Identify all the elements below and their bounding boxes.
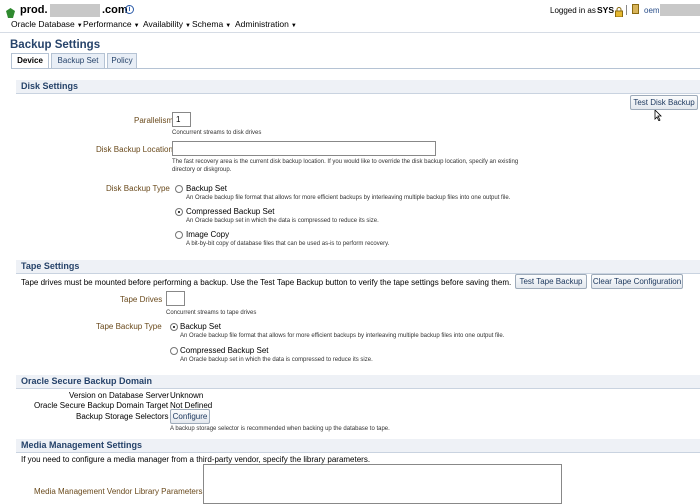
user-name: SYS	[597, 5, 615, 15]
tape-intro-text: Tape drives must be mounted before perfo…	[21, 278, 512, 287]
disk-image-copy-label: Image Copy	[186, 230, 230, 239]
clear-tape-configuration-button[interactable]: Clear Tape Configuration	[591, 274, 683, 289]
tape-drives-input[interactable]	[166, 291, 185, 306]
parallelism-label: Parallelism	[134, 116, 174, 125]
media-section-title: Media Management Settings	[21, 440, 143, 450]
disk-image-copy-help: A bit-by-bit copy of database files that…	[186, 241, 390, 247]
disk-location-label: Disk Backup Location	[96, 145, 173, 154]
menu-availability[interactable]: Availability ▼	[143, 19, 191, 29]
tape-backup-set-help: An Oracle backup file format that allows…	[180, 333, 505, 339]
mouse-cursor-icon	[654, 108, 662, 126]
osb-section-title: Oracle Secure Backup Domain	[21, 376, 153, 386]
tab-device[interactable]: Device	[11, 53, 49, 69]
tape-backup-set-radio[interactable]	[170, 323, 178, 331]
tape-compressed-backup-set-radio[interactable]	[170, 347, 178, 355]
configure-button[interactable]: Configure	[170, 409, 210, 424]
menu-schema[interactable]: Schema ▼	[192, 19, 231, 29]
disk-backup-set-help: An Oracle backup file format that allows…	[186, 195, 511, 201]
disk-image-copy-radio[interactable]	[175, 231, 183, 239]
host-name-suffix: .com	[102, 4, 128, 16]
disk-section-rule	[16, 93, 700, 94]
disk-backup-set-label: Backup Set	[186, 184, 227, 193]
osb-version-value: Unknown	[170, 391, 204, 400]
global-header: prod. .com i Logged in as SYS oem Oracle…	[0, 0, 700, 34]
menu-administration[interactable]: Administration ▼	[235, 19, 297, 29]
host-name-prefix: prod.	[20, 4, 48, 16]
media-intro-text: If you need to configure a media manager…	[21, 455, 371, 464]
backup-storage-selectors-label: Backup Storage Selectors	[76, 412, 169, 421]
disk-section-header	[16, 80, 700, 93]
parallelism-input[interactable]: 1	[172, 112, 191, 127]
osb-section-rule	[16, 388, 700, 389]
media-params-label: Media Management Vendor Library Paramete…	[34, 487, 203, 496]
tape-compressed-backup-set-help: An Oracle backup set in which the data i…	[180, 357, 373, 363]
lock-icon	[615, 4, 623, 18]
header-divider	[0, 32, 700, 33]
disk-backup-set-radio[interactable]	[175, 185, 183, 193]
menu-oracle-database[interactable]: Oracle Database ▼	[11, 19, 83, 29]
tape-backup-type-label: Tape Backup Type	[96, 322, 162, 331]
osb-target-label: Oracle Secure Backup Domain Target	[34, 401, 169, 410]
parallelism-help: Concurrent streams to disk drives	[172, 130, 262, 136]
tab-strip-line	[11, 68, 700, 69]
disk-compressed-backup-set-label: Compressed Backup Set	[186, 207, 275, 216]
tape-compressed-backup-set-label: Compressed Backup Set	[180, 346, 269, 355]
disk-compressed-backup-set-help: An Oracle backup set in which the data i…	[186, 218, 379, 224]
header-separator	[626, 5, 627, 15]
media-section-rule	[16, 452, 700, 453]
user-suffix[interactable]: oem	[644, 6, 660, 15]
disk-location-help-2: directory or diskgroup.	[172, 167, 232, 173]
logged-in-text: Logged in as	[550, 6, 596, 15]
backup-storage-selectors-help: A backup storage selector is recommended…	[170, 426, 390, 432]
tape-section-title: Tape Settings	[21, 261, 80, 271]
redacted-user	[660, 4, 700, 16]
target-icon	[632, 4, 639, 14]
test-disk-backup-button[interactable]: Test Disk Backup	[630, 95, 698, 110]
disk-compressed-backup-set-radio[interactable]	[175, 208, 183, 216]
info-icon[interactable]: i	[125, 5, 134, 14]
menu-performance[interactable]: Performance ▼	[83, 19, 140, 29]
tape-backup-set-label: Backup Set	[180, 322, 221, 331]
page-title: Backup Settings	[10, 39, 101, 51]
disk-location-help-1: The fast recovery area is the current di…	[172, 159, 519, 165]
tab-backup-set[interactable]: Backup Set	[51, 53, 105, 68]
tape-section-header	[16, 260, 700, 273]
test-tape-backup-button[interactable]: Test Tape Backup	[515, 274, 587, 289]
disk-section-title: Disk Settings	[21, 81, 79, 91]
media-params-textarea[interactable]	[203, 464, 562, 504]
disk-backup-type-label: Disk Backup Type	[106, 184, 170, 193]
tab-policy[interactable]: Policy	[107, 53, 137, 68]
redacted-host	[50, 4, 100, 17]
osb-version-label: Version on Database Server	[69, 391, 170, 400]
disk-location-input[interactable]	[172, 141, 436, 156]
tape-drives-label: Tape Drives	[120, 295, 163, 304]
tape-drives-help: Concurrent streams to tape drives	[166, 310, 257, 316]
database-icon	[6, 5, 15, 18]
